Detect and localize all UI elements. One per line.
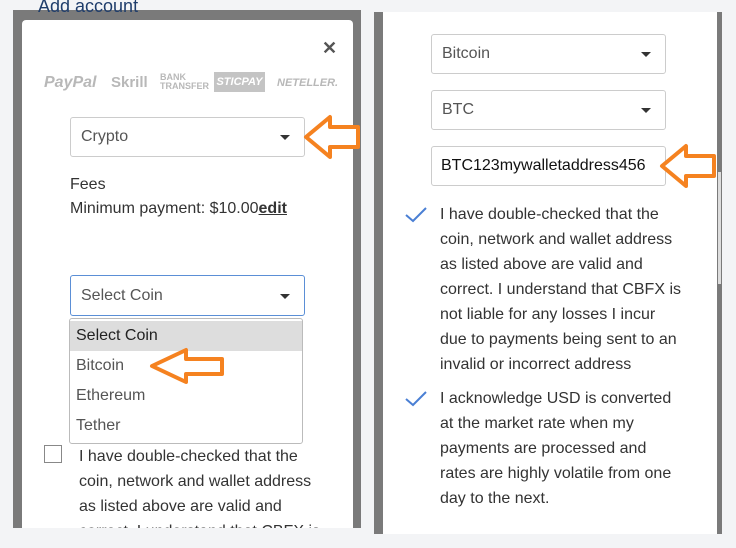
fees-label: Fees xyxy=(70,176,106,193)
chevron-down-icon xyxy=(641,108,651,113)
chevron-down-icon xyxy=(641,52,651,57)
text-line: coin, network and wallet address xyxy=(79,473,312,490)
text-line: I have double-checked that the xyxy=(440,206,659,223)
text-line: due to payments being sent to an xyxy=(440,331,677,348)
coin-value: Bitcoin xyxy=(442,45,491,62)
annotation-arrow-icon xyxy=(150,348,224,384)
text-line: invalid or incorrect address xyxy=(440,356,632,373)
payment-method-select[interactable]: Crypto xyxy=(70,117,305,157)
text-line: as listed above are valid and xyxy=(440,256,643,273)
bottom-mask xyxy=(0,528,370,548)
min-payment-label: Minimum payment: $10.00 xyxy=(70,200,259,217)
neteller-logo: NETELLER. xyxy=(277,77,339,89)
edit-link[interactable]: edit xyxy=(259,200,287,217)
coin-select[interactable]: Select Coin xyxy=(70,275,305,316)
skrill-logo: Skrill xyxy=(111,74,148,91)
text-line: at the market rate when my xyxy=(440,415,634,432)
payment-method-value: Crypto xyxy=(81,128,129,145)
checkmark-icon[interactable] xyxy=(404,390,428,408)
text-line: day to the next. xyxy=(440,490,550,507)
bank-transfer-logo: BANK TRANSFER xyxy=(160,72,209,91)
sticpay-logo: STICPAY xyxy=(214,72,265,92)
text-line: I acknowledge USD is converted xyxy=(440,390,672,407)
text-line: rates are highly volatile from one xyxy=(440,465,672,482)
checkmark-icon[interactable] xyxy=(404,206,428,224)
disclaimer-text-checked: I have double-checked that the coin, net… xyxy=(440,202,681,377)
annotation-arrow-icon xyxy=(660,144,716,188)
network-select[interactable]: BTC xyxy=(431,90,666,130)
usd-acknowledge-text: I acknowledge USD is converted at the ma… xyxy=(440,386,671,511)
close-icon[interactable]: ✕ xyxy=(322,38,337,59)
chevron-down-icon xyxy=(280,293,290,299)
network-value: BTC xyxy=(442,101,474,118)
text-line: as listed above are valid and xyxy=(79,498,282,515)
text-line: correct. I understand that CBFX is xyxy=(440,281,681,298)
chevron-down-icon xyxy=(280,135,290,140)
coin-select-value: Select Coin xyxy=(81,286,163,304)
coin-option-tether[interactable]: Tether xyxy=(70,411,302,441)
text-line: coin, network and wallet address xyxy=(440,231,673,248)
coin-select-right[interactable]: Bitcoin xyxy=(431,34,666,74)
wallet-address-value: BTC123mywalletaddress456 xyxy=(441,157,646,174)
text-line: I have double-checked that the xyxy=(79,448,298,465)
scrollbar[interactable] xyxy=(718,172,721,284)
min-payment: Minimum payment: $10.00edit xyxy=(70,200,287,218)
disclaimer-checkbox[interactable] xyxy=(44,445,62,463)
wallet-address-input[interactable]: BTC123mywalletaddress456 xyxy=(431,146,666,186)
text-line: not liable for any losses I incur xyxy=(440,306,656,323)
text-line: payments are processed and xyxy=(440,440,647,457)
annotation-arrow-icon xyxy=(304,115,360,159)
add-account-header: Add account xyxy=(38,0,139,16)
paypal-logo: PayPal xyxy=(44,74,97,91)
